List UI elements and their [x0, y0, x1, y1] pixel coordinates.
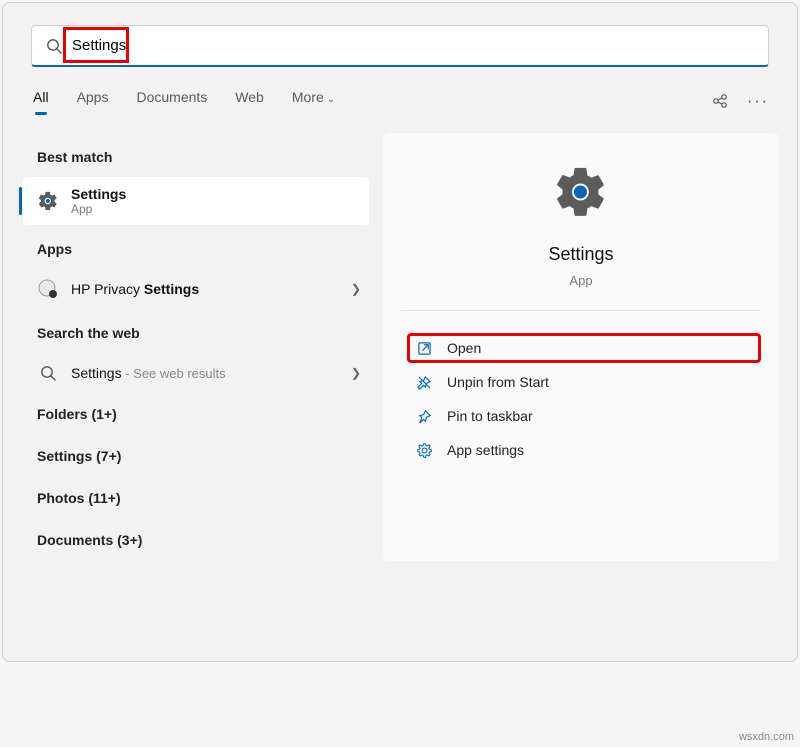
section-search-web: Search the web: [3, 309, 379, 353]
tab-more[interactable]: More⌄: [292, 89, 335, 115]
pin-icon: [415, 407, 433, 425]
photos-count[interactable]: Photos (11+): [3, 477, 379, 519]
open-icon: [415, 339, 433, 357]
web-result-text: Settings - See web results: [71, 365, 226, 381]
folders-count[interactable]: Folders (1+): [3, 393, 379, 435]
section-apps: Apps: [3, 225, 379, 269]
tab-all[interactable]: All: [33, 89, 49, 115]
tab-web[interactable]: Web: [235, 89, 264, 115]
results-area: Best match Settings App Apps HP Privacy …: [3, 115, 797, 561]
search-bar-container: [3, 3, 797, 67]
gear-icon: [37, 190, 59, 212]
chevron-down-icon: ⌄: [327, 94, 335, 105]
best-match-title: Settings: [71, 186, 126, 202]
action-unpin-label: Unpin from Start: [447, 374, 549, 390]
app-icon: [37, 278, 59, 300]
search-window: All Apps Documents Web More⌄ ··· Best ma…: [2, 2, 798, 662]
action-app-settings-label: App settings: [447, 442, 524, 458]
share-icon[interactable]: [711, 92, 729, 113]
action-open-label: Open: [447, 340, 481, 356]
action-unpin-start[interactable]: Unpin from Start: [407, 367, 761, 397]
documents-count[interactable]: Documents (3+): [3, 519, 379, 561]
tab-documents[interactable]: Documents: [136, 89, 207, 115]
preview-panel: Settings App Open Unpin from Start: [383, 133, 779, 561]
more-options-icon[interactable]: ···: [747, 93, 769, 111]
search-icon: [46, 38, 62, 54]
best-match-result[interactable]: Settings App: [23, 177, 369, 225]
app-result-title: HP Privacy Settings: [71, 281, 199, 297]
action-pin-taskbar[interactable]: Pin to taskbar: [407, 401, 761, 431]
tab-more-label: More: [292, 89, 324, 105]
search-input[interactable]: [72, 37, 754, 54]
gear-icon: [415, 441, 433, 459]
search-bar[interactable]: [31, 25, 769, 67]
chevron-right-icon: ❯: [351, 282, 361, 296]
app-result-hp-privacy[interactable]: HP Privacy Settings ❯: [3, 269, 379, 309]
filter-tabs: All Apps Documents Web More⌄ ···: [3, 67, 797, 115]
chevron-right-icon: ❯: [351, 366, 361, 380]
action-app-settings[interactable]: App settings: [407, 435, 761, 465]
watermark: wsxdn.com: [739, 731, 794, 743]
preview-title: Settings: [548, 244, 613, 265]
preview-actions: Open Unpin from Start Pin to taskbar: [401, 311, 761, 465]
action-open[interactable]: Open: [407, 333, 761, 363]
web-result[interactable]: Settings - See web results ❯: [3, 353, 379, 393]
best-match-subtitle: App: [71, 202, 126, 216]
tab-apps[interactable]: Apps: [77, 89, 109, 115]
preview-header: Settings App: [401, 163, 761, 311]
search-icon: [37, 362, 59, 384]
action-pin-label: Pin to taskbar: [447, 408, 533, 424]
preview-subtitle: App: [569, 273, 592, 288]
results-list: Best match Settings App Apps HP Privacy …: [3, 133, 379, 561]
best-match-text: Settings App: [71, 186, 126, 216]
settings-count[interactable]: Settings (7+): [3, 435, 379, 477]
unpin-icon: [415, 373, 433, 391]
gear-icon-large: [552, 163, 610, 226]
section-best-match: Best match: [3, 133, 379, 177]
